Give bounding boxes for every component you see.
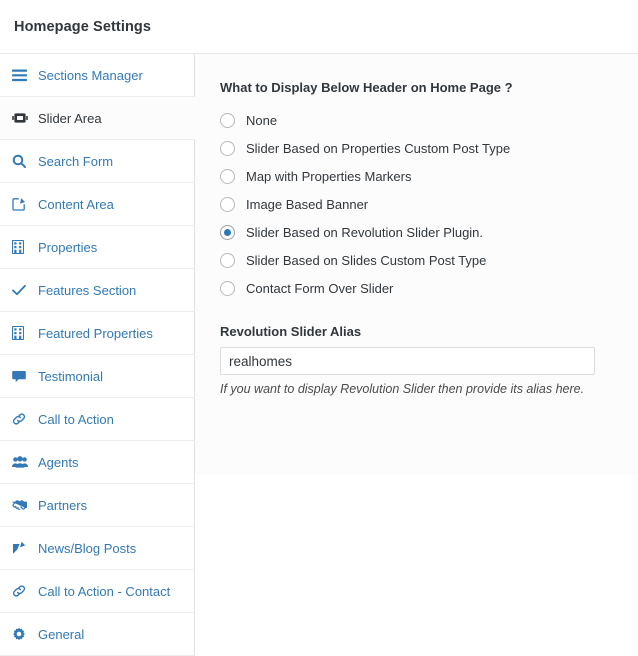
- radio-option-none[interactable]: None: [220, 106, 618, 134]
- sidebar-item-label: Content Area: [38, 196, 114, 212]
- sidebar-item-featured-properties[interactable]: Featured Properties: [0, 312, 195, 355]
- alias-field-label: Revolution Slider Alias: [220, 324, 362, 339]
- search-icon: [12, 154, 32, 168]
- radio-mark-selected[interactable]: [220, 224, 235, 240]
- sidebar-item-label: General: [38, 626, 85, 642]
- alias-field-hint: If you want to display Revolution Slider…: [220, 382, 585, 396]
- sidebar-item-search-form[interactable]: Search Form: [0, 140, 195, 183]
- list-bars-icon: [12, 69, 32, 82]
- sidebar-item-news-blog-posts[interactable]: News/Blog Posts: [0, 527, 195, 570]
- link-icon: [12, 584, 32, 598]
- radio-option-label: Image Based Banner: [246, 196, 369, 212]
- sidebar-item-label: Properties: [38, 239, 98, 255]
- sidebar-item-slider-area[interactable]: Slider Area: [0, 97, 195, 140]
- sections-sidebar: Sections Manager Slider Area Search Form…: [0, 54, 195, 656]
- sidebar-item-sections-manager[interactable]: Sections Manager: [0, 54, 195, 97]
- display-question-label: What to Display Below Header on Home Pag…: [220, 80, 513, 95]
- radio-option-image-based-banner[interactable]: Image Based Banner: [220, 190, 618, 218]
- building-icon: [12, 326, 32, 340]
- comment-icon: [12, 370, 32, 383]
- sidebar-item-agents[interactable]: Agents: [0, 441, 195, 484]
- radio-option-label: Slider Based on Properties Custom Post T…: [246, 140, 511, 156]
- radio-mark[interactable]: [220, 168, 235, 184]
- sidebar-item-properties[interactable]: Properties: [0, 226, 195, 269]
- panel-body: Sections Manager Slider Area Search Form…: [0, 54, 638, 656]
- radio-option-map-properties-markers[interactable]: Map with Properties Markers: [220, 162, 618, 190]
- radio-mark[interactable]: [220, 252, 235, 268]
- sidebar-item-label: Featured Properties: [38, 325, 153, 341]
- edit-square-icon: [12, 197, 32, 211]
- radio-mark[interactable]: [220, 140, 235, 156]
- handshake-icon: [12, 499, 32, 511]
- revolution-slider-alias-input[interactable]: [220, 347, 595, 375]
- radio-option-label: Map with Properties Markers: [246, 168, 412, 184]
- link-icon: [12, 412, 32, 426]
- gear-icon: [12, 627, 32, 641]
- slider-icon: [12, 113, 32, 123]
- check-icon: [12, 284, 32, 296]
- sidebar-item-label: Sections Manager: [38, 67, 143, 83]
- radio-option-slides-cpt[interactable]: Slider Based on Slides Custom Post Type: [220, 246, 618, 274]
- sidebar-item-label: Partners: [38, 497, 88, 513]
- page-header: Homepage Settings: [0, 0, 638, 54]
- sidebar-item-content-area[interactable]: Content Area: [0, 183, 195, 226]
- page-title: Homepage Settings: [14, 18, 152, 35]
- sidebar-item-label: Agents: [38, 454, 79, 470]
- sidebar-item-label: Testimonial: [38, 368, 104, 384]
- pencil-square-icon: [12, 541, 32, 555]
- sidebar-item-call-to-action-contact[interactable]: Call to Action - Contact: [0, 570, 195, 613]
- sidebar-item-call-to-action[interactable]: Call to Action: [0, 398, 195, 441]
- radio-option-slider-properties-cpt[interactable]: Slider Based on Properties Custom Post T…: [220, 134, 618, 162]
- sidebar-item-label: Call to Action - Contact: [38, 583, 171, 599]
- radio-mark[interactable]: [220, 196, 235, 212]
- radio-option-label: Contact Form Over Slider: [246, 280, 394, 296]
- sidebar-item-general[interactable]: General: [0, 613, 195, 656]
- sidebar-item-label: Call to Action: [38, 411, 114, 427]
- settings-content-panel: What to Display Below Header on Home Pag…: [194, 54, 638, 474]
- sidebar-item-label: Slider Area: [38, 110, 102, 126]
- radio-mark[interactable]: [220, 112, 235, 128]
- sidebar-item-partners[interactable]: Partners: [0, 484, 195, 527]
- radio-option-label: None: [246, 112, 278, 128]
- users-icon: [12, 456, 32, 468]
- radio-option-revolution-slider[interactable]: Slider Based on Revolution Slider Plugin…: [220, 218, 618, 246]
- sidebar-item-testimonial[interactable]: Testimonial: [0, 355, 195, 398]
- sidebar-item-features-section[interactable]: Features Section: [0, 269, 195, 312]
- building-icon: [12, 240, 32, 254]
- radio-mark[interactable]: [220, 280, 235, 296]
- sidebar-item-label: Search Form: [38, 153, 114, 169]
- display-options-radio-group: None Slider Based on Properties Custom P…: [220, 106, 618, 302]
- radio-option-label: Slider Based on Slides Custom Post Type: [246, 252, 487, 268]
- radio-option-contact-form-over-slider[interactable]: Contact Form Over Slider: [220, 274, 618, 302]
- sidebar-item-label: News/Blog Posts: [38, 540, 137, 556]
- radio-option-label: Slider Based on Revolution Slider Plugin…: [246, 224, 484, 240]
- sidebar-item-label: Features Section: [38, 282, 137, 298]
